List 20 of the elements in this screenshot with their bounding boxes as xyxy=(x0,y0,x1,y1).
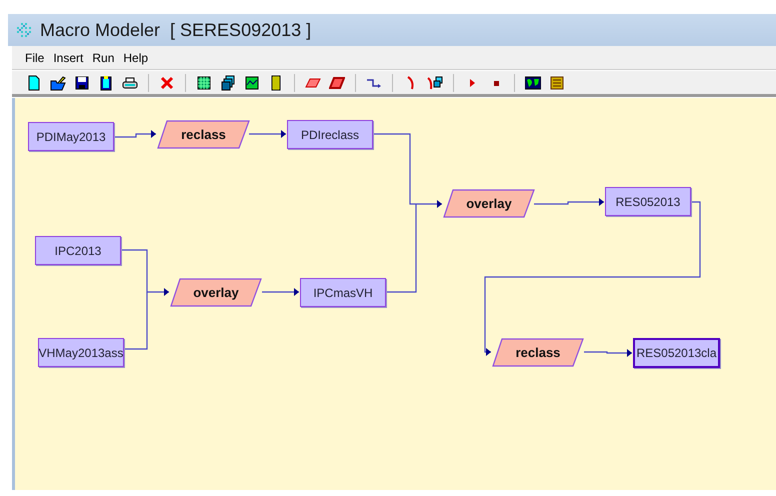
menu-item[interactable]: Run xyxy=(89,48,118,66)
module-node[interactable]: overlay xyxy=(170,278,262,307)
window-title: Macro Modeler [ SERES092013 ] xyxy=(40,20,312,40)
menu-item[interactable]: Help xyxy=(120,48,152,66)
data-layer-node[interactable]: PDIreclass xyxy=(287,120,373,149)
data-layer-node[interactable]: RES052013cla xyxy=(633,338,720,368)
data-layer-node[interactable]: IPC2013 xyxy=(35,236,121,265)
module-node[interactable]: reclass xyxy=(492,338,584,367)
data-layer-node[interactable]: RES052013 xyxy=(605,187,691,216)
connector-arrow xyxy=(113,130,156,138)
app-icon xyxy=(16,22,32,38)
data-layer-node[interactable]: VHMay2013ass xyxy=(38,338,124,367)
module-node[interactable]: overlay xyxy=(443,189,535,218)
module-node[interactable]: reclass xyxy=(157,120,250,149)
menu-item[interactable]: File xyxy=(22,48,48,66)
data-layer-node[interactable]: PDIMay2013 xyxy=(28,122,114,151)
data-layer-node[interactable]: IPCmasVH xyxy=(300,278,386,307)
connector-arrow xyxy=(249,130,286,138)
connector-arrow xyxy=(262,288,299,296)
menu-item[interactable]: Insert xyxy=(50,48,86,66)
